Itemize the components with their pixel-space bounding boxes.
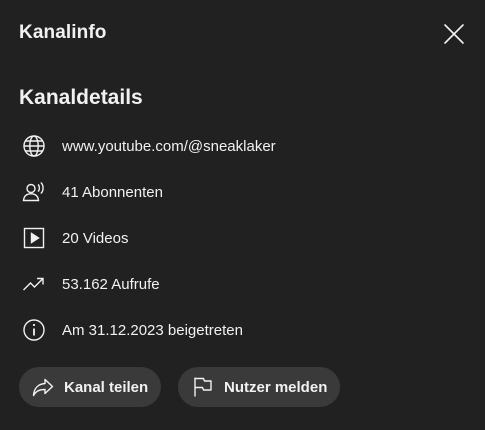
close-icon — [444, 24, 464, 44]
videos-row: 20 Videos — [21, 225, 128, 251]
channel-url[interactable]: www.youtube.com/@sneaklaker — [62, 138, 276, 155]
share-channel-button[interactable]: Kanal teilen — [19, 367, 161, 407]
dialog-title: Kanalinfo — [19, 22, 107, 43]
report-user-button[interactable]: Nutzer melden — [178, 367, 340, 407]
trending-icon — [21, 271, 47, 297]
subscribers-icon — [21, 179, 47, 205]
section-title: Kanaldetails — [19, 86, 143, 109]
close-button[interactable] — [440, 20, 468, 48]
share-icon — [31, 375, 55, 399]
video-icon — [21, 225, 47, 251]
channel-info-dialog: Kanalinfo Kanaldetails www.youtube.com/@… — [0, 0, 485, 430]
info-icon — [21, 317, 47, 343]
views-row: 53.162 Aufrufe — [21, 271, 160, 297]
subscribers-row: 41 Abonnenten — [21, 179, 163, 205]
subscriber-count: 41 Abonnenten — [62, 183, 163, 201]
view-count: 53.162 Aufrufe — [62, 275, 160, 293]
report-user-label: Nutzer melden — [224, 378, 328, 396]
joined-row: Am 31.12.2023 beigetreten — [21, 317, 243, 343]
share-channel-label: Kanal teilen — [64, 378, 149, 396]
video-count: 20 Videos — [62, 229, 129, 247]
flag-icon — [191, 375, 215, 399]
joined-date: Am 31.12.2023 beigetreten — [62, 321, 243, 339]
channel-url-row: www.youtube.com/@sneaklaker — [21, 133, 276, 159]
globe-icon — [21, 133, 47, 159]
